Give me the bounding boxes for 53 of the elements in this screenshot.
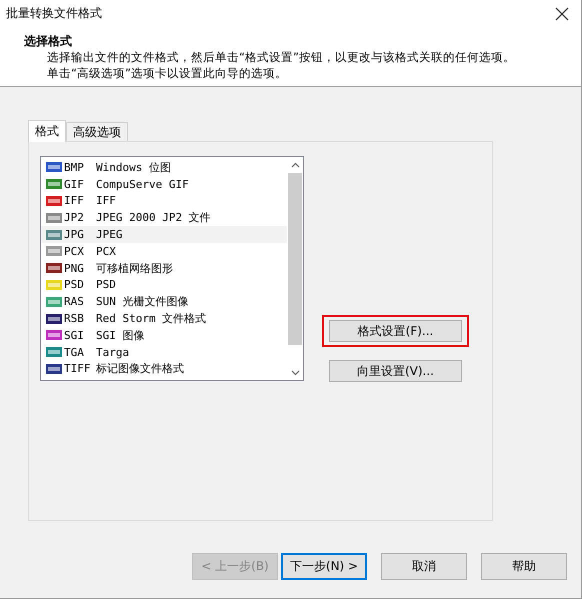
step-title: 选择格式 <box>24 33 73 49</box>
format-name: PCX <box>96 244 116 258</box>
format-extension: GIF <box>64 178 85 191</box>
format-item[interactable]: BMP Windows 位图 <box>41 159 287 176</box>
format-item[interactable]: PSD PSD <box>41 276 287 294</box>
settings-button[interactable]: 向里设置(V)... <box>329 360 462 382</box>
format-item[interactable]: JP2 JPEG 2000 JP2 文件 <box>41 209 287 226</box>
format-item[interactable]: JPG JPEG <box>41 226 287 243</box>
format-extension: BMP <box>64 160 85 174</box>
format-extension: SGI <box>64 328 85 342</box>
settings-button[interactable]: 格式设置(F)... <box>329 320 462 342</box>
wizard-button[interactable]: 帮助 <box>481 553 567 580</box>
format-name: 可移植网络图形 <box>96 260 173 276</box>
format-item[interactable]: RAS SUN 光栅文件图像 <box>41 293 287 310</box>
format-name: SUN 光栅文件图像 <box>96 294 188 310</box>
format-extension: PSD <box>64 278 85 292</box>
format-name: 标记图像文件格式 <box>96 361 184 376</box>
format-name: JPEG <box>96 228 122 242</box>
format-extension: IFF <box>64 194 85 208</box>
format-item[interactable]: TGA Targa <box>41 344 287 361</box>
wizard-button[interactable]: 下一步(N) > <box>281 553 367 580</box>
format-name: SGI 图像 <box>96 328 144 343</box>
format-item[interactable]: IFF IFF <box>41 192 287 210</box>
window-title: 批量转换文件格式 <box>6 5 102 22</box>
format-item[interactable]: GIF CompuServe GIF <box>41 176 287 193</box>
format-item[interactable]: PCX PCX <box>41 242 287 260</box>
format-name: Targa <box>96 346 130 359</box>
format-extension: TIFF <box>64 362 92 376</box>
tab[interactable]: 格式 <box>28 120 66 142</box>
format-name: CompuServe GIF <box>96 178 189 191</box>
format-name: IFF <box>96 194 116 208</box>
format-extension: RAS <box>64 295 85 308</box>
format-item[interactable]: PNG 可移植网络图形 <box>41 260 287 277</box>
format-extension: PNG <box>64 262 85 275</box>
format-item[interactable]: RSB Red Storm 文件格式 <box>41 310 287 327</box>
scroll-up-icon[interactable] <box>290 162 300 168</box>
step-description: 单击“高级选项”选项卡以设置此向导的选项。 <box>46 65 288 81</box>
tab[interactable]: 高级选项 <box>66 122 128 141</box>
format-name: Windows 位图 <box>96 160 171 175</box>
close-icon[interactable] <box>555 6 569 20</box>
format-extension: TGA <box>64 346 85 359</box>
format-extension: PCX <box>64 244 85 258</box>
format-name: PSD <box>96 278 116 292</box>
format-item[interactable]: TIFF 标记图像文件格式 <box>41 360 287 378</box>
format-extension: JP2 <box>64 211 85 224</box>
format-name: JPEG 2000 JP2 文件 <box>96 210 211 226</box>
format-name: Red Storm 文件格式 <box>96 311 206 326</box>
format-item[interactable]: SGI SGI 图像 <box>41 326 287 344</box>
wizard-button[interactable]: 取消 <box>381 553 467 580</box>
step-description: 选择输出文件的文件格式，然后单击“格式设置”按钮，以更改与该格式关联的任何选项。 <box>46 49 516 65</box>
scroll-down-icon[interactable] <box>290 370 300 376</box>
format-extension: RSB <box>64 312 85 326</box>
format-extension: JPG <box>64 228 85 242</box>
